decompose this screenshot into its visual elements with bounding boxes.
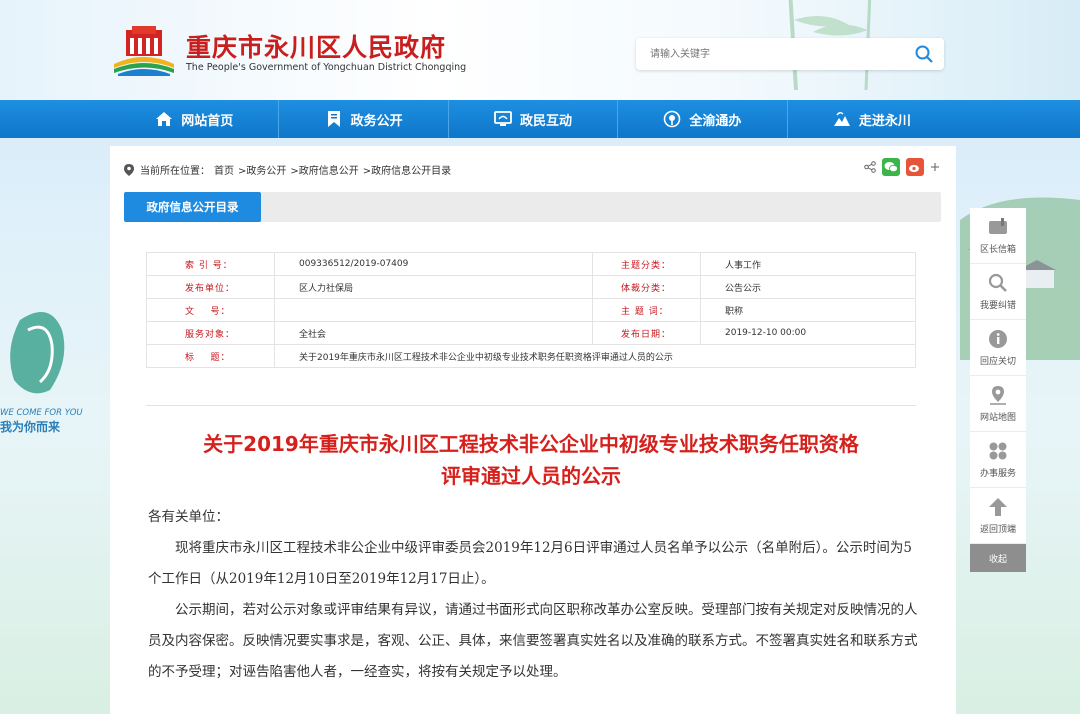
breadcrumb-prefix: 当前所在位置： bbox=[140, 166, 210, 177]
breadcrumb: 当前所在位置： 首页 >政务公开 >政府信息公开 >政府信息公开目录 bbox=[124, 162, 455, 177]
meta-key: 服务对象： bbox=[146, 321, 275, 345]
meta-key: 发布日期： bbox=[592, 321, 701, 345]
site-subtitle: The People's Government of Yongchuan Dis… bbox=[186, 62, 467, 73]
map-pin-icon bbox=[990, 386, 1006, 405]
bookmark-icon bbox=[327, 111, 340, 127]
meta-value: 全社会 bbox=[274, 321, 593, 345]
table-row: 标 题： 关于2019年重庆市永川区工程技术非公企业中初级专业技术职务任职资格评… bbox=[146, 344, 916, 368]
search-icon[interactable] bbox=[914, 44, 934, 64]
nav-item-gov-affairs[interactable]: 政务公开 bbox=[279, 100, 449, 138]
info-icon bbox=[989, 330, 1007, 348]
nav-item-interaction[interactable]: 政民互动 bbox=[449, 100, 619, 138]
meta-key: 主 题 词： bbox=[592, 298, 701, 322]
share-icon[interactable] bbox=[864, 161, 876, 173]
site-map-button[interactable]: 网站地图 bbox=[970, 376, 1026, 432]
table-row: 索 引 号： 009336512/2019-07409 主题分类： 人事工作 bbox=[146, 252, 916, 276]
tab-bar: 政府信息公开目录 bbox=[124, 192, 941, 222]
meta-key: 文 号： bbox=[146, 298, 275, 322]
meta-title-value: 关于2019年重庆市永川区工程技术非公企业中初级专业技术职务任职资格评审通过人员… bbox=[274, 344, 916, 368]
government-logo-icon bbox=[114, 26, 174, 76]
floating-toolbar: 区长信箱 我要纠错 回应关切 网站地图 办事服务 返回顶端 收起 bbox=[970, 208, 1026, 572]
divider bbox=[146, 405, 916, 406]
nav-item-home[interactable]: 网站首页 bbox=[110, 100, 280, 138]
back-to-top-button[interactable]: 返回顶端 bbox=[970, 488, 1026, 544]
meta-key: 发布单位： bbox=[146, 275, 275, 299]
floatbar-label: 我要纠错 bbox=[979, 301, 1016, 311]
article-title: 关于2019年重庆市永川区工程技术非公企业中初级专业技术职务任职资格 评审通过人… bbox=[146, 428, 916, 492]
nav-item-label: 走进永川 bbox=[858, 113, 911, 129]
meta-value: 2019-12-10 00:00 bbox=[700, 321, 916, 345]
article-title-line: 关于2019年重庆市永川区工程技术非公企业中初级专业技术职务任职资格 bbox=[203, 432, 859, 456]
tab-gov-info-catalog[interactable]: 政府信息公开目录 bbox=[124, 192, 261, 222]
report-error-button[interactable]: 我要纠错 bbox=[970, 264, 1026, 320]
meta-value bbox=[274, 298, 593, 322]
nav-item-label: 全渝通办 bbox=[689, 113, 742, 129]
content-panel: 当前所在位置： 首页 >政务公开 >政府信息公开 >政府信息公开目录 政府信息公… bbox=[110, 146, 956, 714]
article-paragraph: 现将重庆市永川区工程技术非公企业中级评审委员会2019年12月6日评审通过人员名… bbox=[148, 540, 912, 587]
mailbox-button[interactable]: 区长信箱 bbox=[970, 208, 1026, 264]
article-title-line: 评审通过人员的公示 bbox=[441, 464, 621, 488]
location-pin-icon bbox=[124, 163, 134, 176]
main-nav: 网站首页 政务公开 政民互动 全渝通办 走进永川 bbox=[0, 100, 1080, 138]
weibo-share-icon[interactable] bbox=[906, 158, 924, 176]
nav-item-services[interactable]: 全渝通办 bbox=[618, 100, 788, 138]
article-paragraph: 公示期间，若对公示对象或评审结果有异议，请通过书面形式向区职称改革办公室反映。受… bbox=[148, 602, 918, 680]
document-meta-table: 索 引 号： 009336512/2019-07409 主题分类： 人事工作 发… bbox=[146, 252, 916, 368]
home-icon bbox=[156, 112, 173, 126]
scenery-icon bbox=[833, 112, 850, 126]
meta-key: 主题分类： bbox=[592, 252, 701, 276]
table-row: 服务对象： 全社会 发布日期： 2019-12-10 00:00 bbox=[146, 321, 916, 345]
respond-concerns-button[interactable]: 回应关切 bbox=[970, 320, 1026, 376]
meta-key: 索 引 号： bbox=[146, 252, 275, 276]
article-salutation: 各有关单位： bbox=[148, 509, 229, 525]
location-icon bbox=[664, 110, 681, 128]
welcome-en-text: WE COME FOR YOU bbox=[0, 408, 83, 418]
site-header: 重庆市永川区人民政府 The People's Government of Yo… bbox=[0, 0, 1080, 100]
meta-key: 体裁分类： bbox=[592, 275, 701, 299]
collapse-button[interactable]: 收起 bbox=[970, 544, 1026, 572]
share-bar bbox=[864, 158, 940, 176]
search-box bbox=[636, 38, 944, 70]
site-title: 重庆市永川区人民政府 bbox=[186, 33, 447, 62]
search-input[interactable] bbox=[650, 45, 900, 63]
mailbox-icon bbox=[989, 218, 1007, 234]
table-row: 发布单位： 区人力社保局 体裁分类： 公告公示 bbox=[146, 275, 916, 299]
arrow-up-icon bbox=[989, 498, 1007, 516]
meta-value: 人事工作 bbox=[700, 252, 916, 276]
search-error-icon bbox=[988, 273, 1007, 292]
floatbar-label: 返回顶端 bbox=[979, 525, 1016, 535]
more-share-icon[interactable] bbox=[930, 162, 940, 172]
meta-value: 职称 bbox=[700, 298, 916, 322]
wechat-share-icon[interactable] bbox=[882, 158, 900, 176]
floatbar-label: 网站地图 bbox=[979, 413, 1016, 423]
breadcrumb-catalog[interactable]: >政府信息公开目录 bbox=[363, 162, 451, 177]
article-body: 各有关单位： 现将重庆市永川区工程技术非公企业中级评审委员会2019年12月6日… bbox=[148, 502, 918, 688]
nav-item-about[interactable]: 走进永川 bbox=[788, 100, 956, 138]
welcome-zh-text: 我为你而来 bbox=[0, 420, 61, 434]
services-button[interactable]: 办事服务 bbox=[970, 432, 1026, 488]
meta-key: 标 题： bbox=[146, 344, 275, 368]
breadcrumb-gov-info[interactable]: >政府信息公开 bbox=[290, 162, 358, 177]
service-grid-icon bbox=[989, 442, 1007, 460]
meta-value: 区人力社保局 bbox=[274, 275, 593, 299]
table-row: 文 号： 主 题 词： 职称 bbox=[146, 298, 916, 322]
floatbar-label: 回应关切 bbox=[979, 357, 1016, 367]
floatbar-label: 办事服务 bbox=[979, 469, 1016, 479]
meta-value: 009336512/2019-07409 bbox=[274, 252, 593, 276]
meta-value: 公告公示 bbox=[700, 275, 916, 299]
nav-item-label: 政务公开 bbox=[350, 113, 403, 129]
nav-item-label: 政民互动 bbox=[520, 113, 573, 129]
breadcrumb-home[interactable]: 首页 bbox=[214, 162, 234, 177]
monitor-icon bbox=[494, 111, 512, 126]
nav-item-label: 网站首页 bbox=[181, 113, 234, 129]
breadcrumb-gov-affairs[interactable]: >政务公开 bbox=[238, 162, 286, 177]
floatbar-label: 区长信箱 bbox=[979, 245, 1016, 255]
